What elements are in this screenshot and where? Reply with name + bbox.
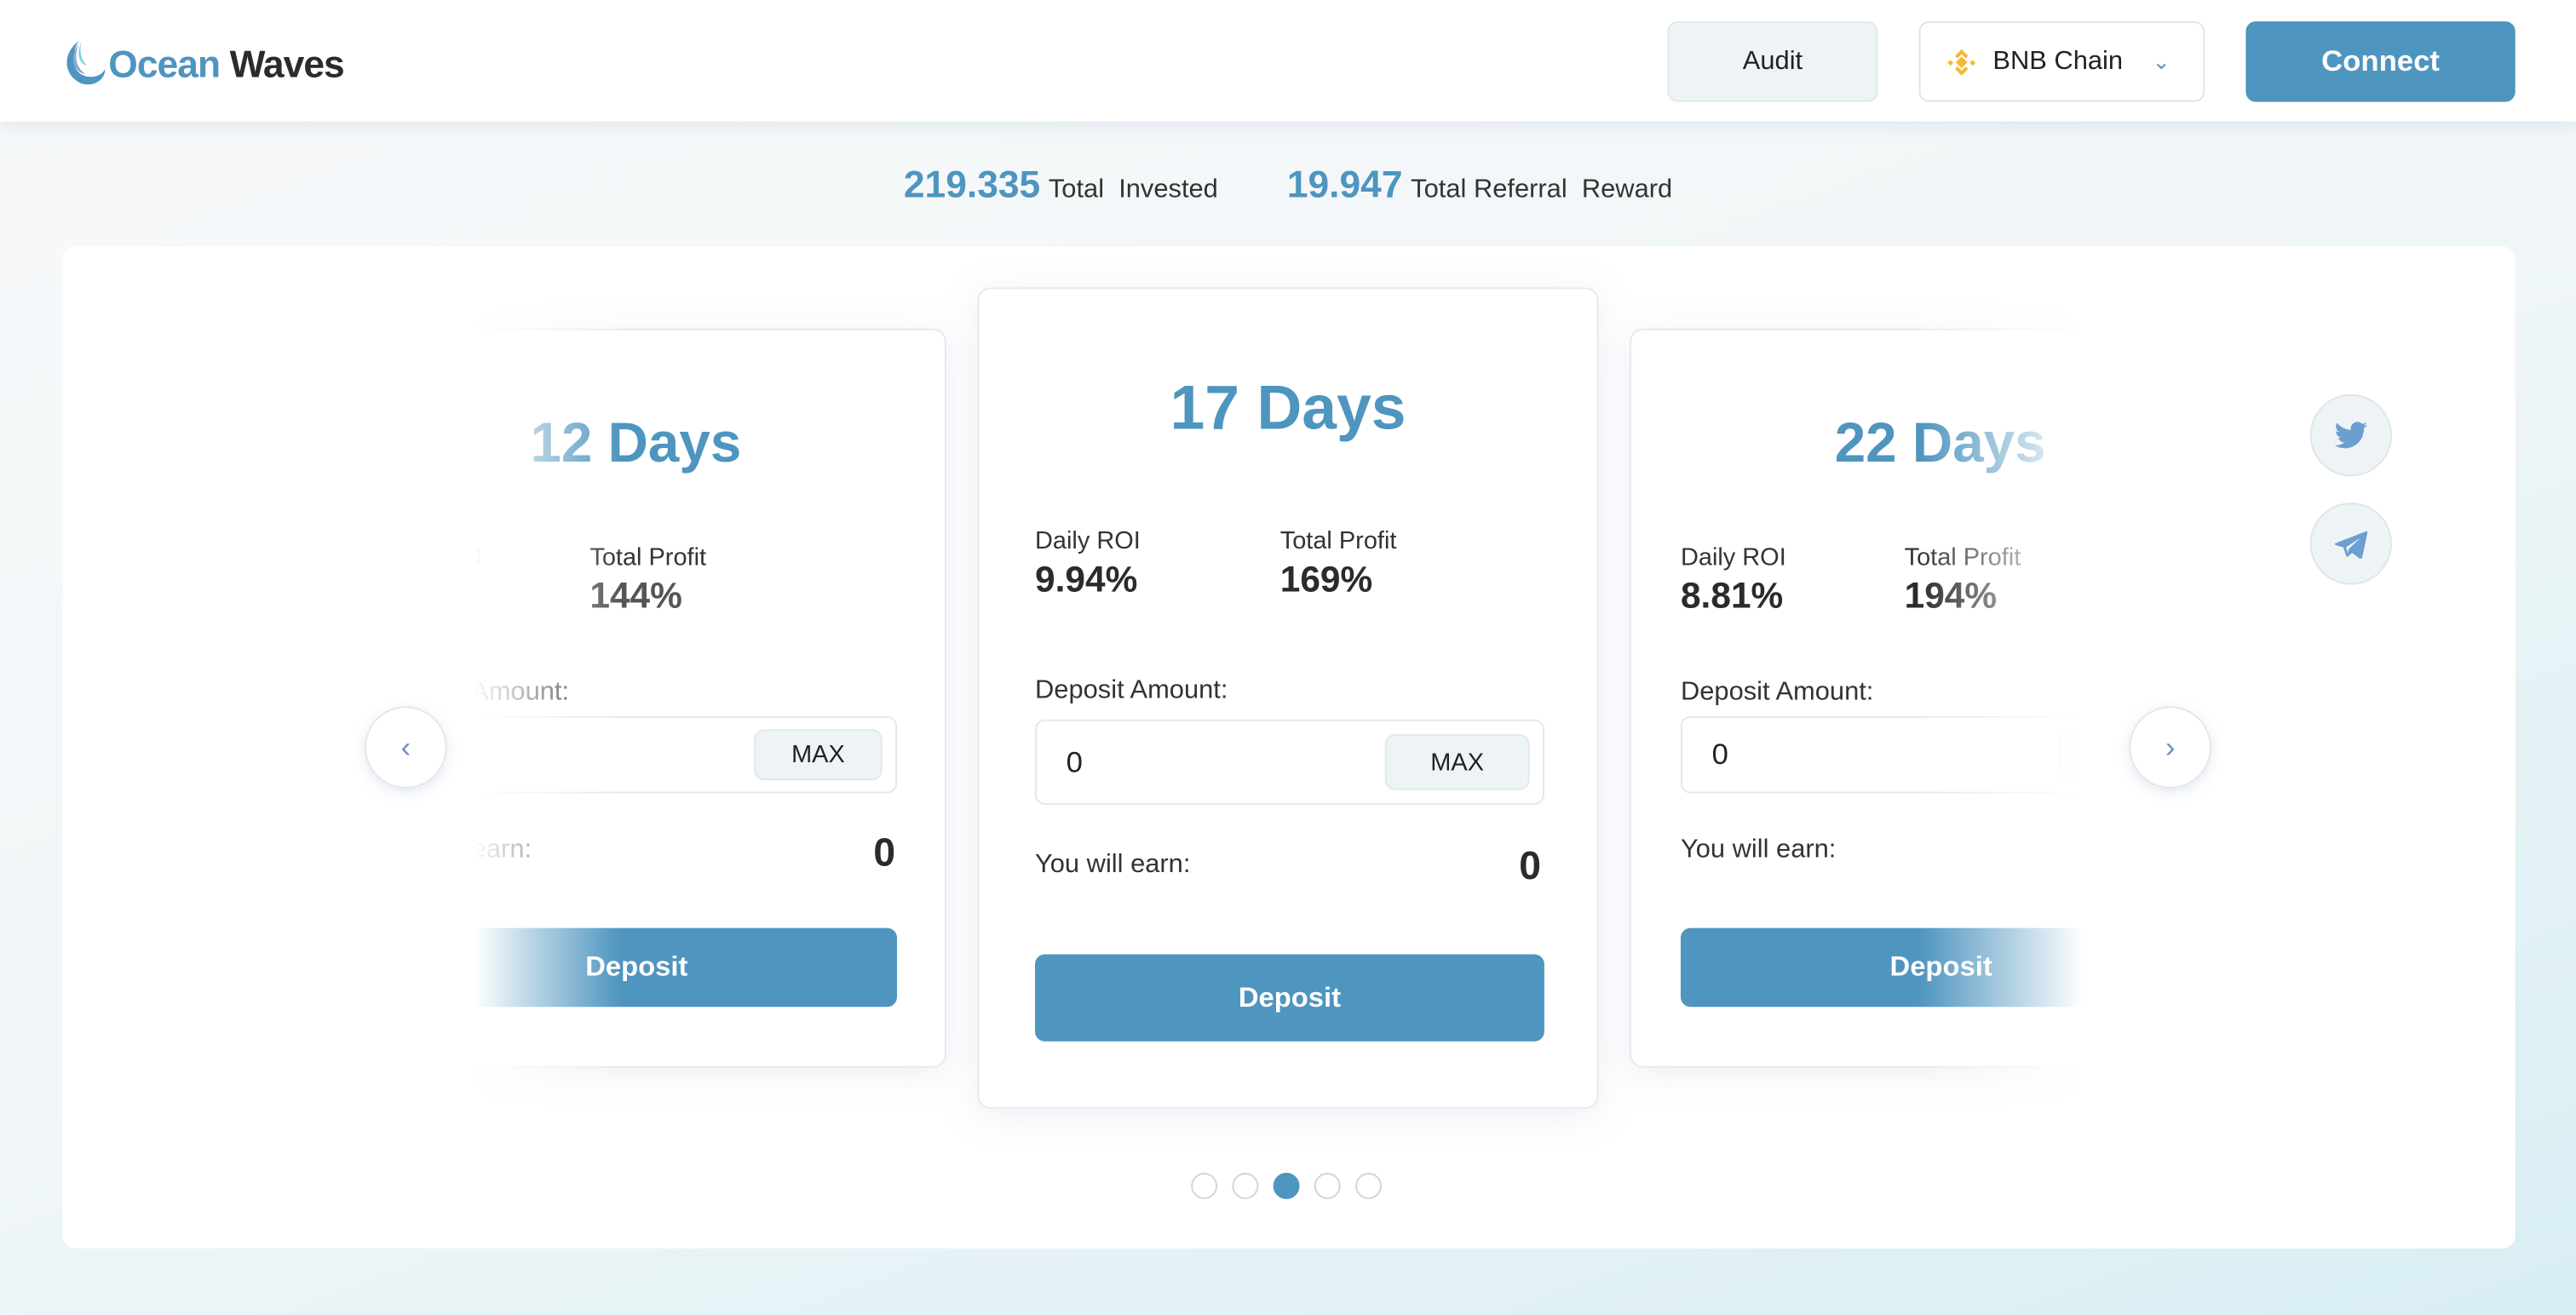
- telegram-icon: [2334, 531, 2368, 559]
- deposit-amount-label: Deposit Amount:: [1680, 678, 1874, 707]
- total-profit: Total Profit 194%: [1904, 543, 2021, 617]
- twitter-icon: [2334, 422, 2368, 449]
- twitter-button[interactable]: [2309, 393, 2393, 477]
- deposit-button[interactable]: Deposit: [1035, 954, 1544, 1042]
- total-profit: Total Profit 169%: [1279, 527, 1397, 600]
- deposit-amount-input[interactable]: MAX: [376, 715, 898, 794]
- daily-roi: Daily ROI 8.81%: [1680, 543, 1786, 617]
- telegram-button[interactable]: [2309, 502, 2393, 585]
- carousel-pagination: [1191, 1173, 1382, 1199]
- stats-bar: 219.335 Total Invested 19.947 Total Referr…: [0, 163, 2576, 207]
- daily-roi: Daily ROI: [376, 543, 482, 572]
- earn-label: You will earn:: [1035, 851, 1191, 879]
- earn-label: You will earn:: [1680, 836, 1837, 864]
- audit-button[interactable]: Audit: [1667, 21, 1878, 102]
- page-dot-1[interactable]: [1191, 1173, 1218, 1199]
- deposit-amount-input[interactable]: 0 MAX: [1035, 719, 1544, 806]
- chain-selector[interactable]: BNB Chain ⌄: [1918, 21, 2205, 102]
- deposit-amount-label: Deposit Amount:: [376, 678, 570, 707]
- chevron-left-icon: ‹: [400, 730, 411, 763]
- stat-total-referral: 19.947 Total Referral Reward: [1286, 162, 1673, 206]
- deposit-button[interactable]: Deposit: [1680, 927, 2202, 1008]
- plans-panel: 12 Days Daily ROI Total Profit 144% Depos…: [62, 246, 2516, 1249]
- deposit-amount-input[interactable]: 0 MAX: [1680, 715, 2202, 794]
- wave-logo-icon: [66, 41, 106, 85]
- plan-title: 12 Days: [530, 412, 742, 475]
- page-dot-5[interactable]: [1355, 1173, 1382, 1199]
- plans-carousel: 12 Days Daily ROI Total Profit 144% Depos…: [62, 246, 2515, 1166]
- chevron-down-icon: ⌄: [2152, 48, 2171, 73]
- earn-value: 0: [873, 830, 896, 876]
- plan-card-22-days: 22 Days Daily ROI 8.81% Total Profit 194% …: [1630, 328, 2251, 1068]
- deposit-amount-label: Deposit Amount:: [1035, 676, 1228, 705]
- brand-name-waves: Waves: [229, 42, 345, 85]
- chevron-right-icon: ›: [2165, 730, 2176, 763]
- page-dot-3-active[interactable]: [1273, 1173, 1300, 1199]
- brand-name-ocean: Ocean: [108, 42, 221, 85]
- page-dot-2[interactable]: [1232, 1173, 1259, 1199]
- total-profit: Total Profit 144%: [589, 543, 707, 617]
- earn-value: 0: [1519, 844, 1542, 889]
- next-button[interactable]: ›: [2129, 706, 2211, 789]
- plan-card-17-days: 17 Days Daily ROI 9.94% Total Profit 169% …: [977, 287, 1599, 1109]
- deposit-button[interactable]: Deposit: [376, 927, 898, 1008]
- max-button[interactable]: MAX: [754, 729, 883, 781]
- connect-button[interactable]: Connect: [2245, 21, 2516, 102]
- plan-card-12-days: 12 Days Daily ROI Total Profit 144% Depos…: [325, 328, 946, 1068]
- plan-title: 17 Days: [1170, 374, 1406, 444]
- bnb-icon: [1947, 48, 1976, 75]
- header: Ocean Waves Audit BNB Chain ⌄ Connect: [0, 0, 2576, 122]
- chain-label: BNB Chain: [1992, 46, 2124, 75]
- earn-label: You will earn:: [376, 836, 532, 864]
- plan-title: 22 Days: [1834, 412, 2046, 475]
- stat-total-invested: 219.335 Total Invested: [903, 162, 1218, 206]
- daily-roi: Daily ROI 9.94%: [1035, 527, 1141, 600]
- max-button[interactable]: MAX: [1384, 734, 1530, 790]
- prev-button[interactable]: ‹: [365, 706, 447, 789]
- logo[interactable]: Ocean Waves: [59, 39, 345, 89]
- page-dot-4[interactable]: [1314, 1173, 1341, 1199]
